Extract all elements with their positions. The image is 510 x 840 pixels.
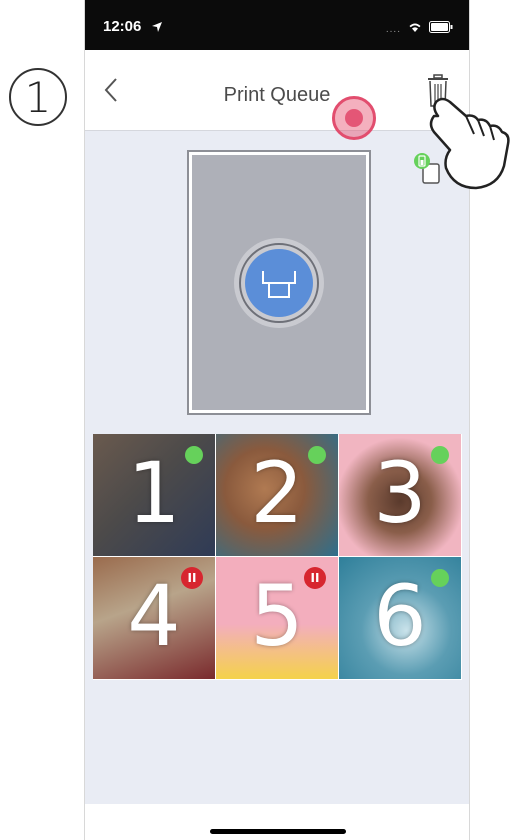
status-time: 12:06 (103, 18, 142, 35)
page-title: Print Queue (223, 84, 331, 106)
tap-highlight (332, 96, 376, 140)
queue-item[interactable]: 4 II (93, 557, 216, 680)
wifi-icon (407, 20, 423, 38)
ready-status-icon (431, 569, 449, 587)
printer-icon (262, 270, 296, 298)
queue-item[interactable]: 5 II (216, 557, 339, 680)
queue-item[interactable]: 6 (339, 557, 462, 680)
print-button[interactable] (234, 237, 324, 328)
signal-dots: .... (385, 23, 401, 35)
phone-screen: 12:06 .... Print Queue 1 2 3 4 II 5 II 6 (84, 0, 470, 840)
location-arrow-icon (151, 20, 163, 38)
navigation-bar: Print Queue (85, 50, 469, 131)
queue-item[interactable]: 2 (216, 434, 339, 557)
home-indicator[interactable] (210, 829, 346, 834)
photo-queue-grid: 1 2 3 4 II 5 II 6 (93, 434, 462, 680)
queue-item[interactable]: 3 (339, 434, 462, 557)
print-preview (187, 150, 371, 415)
ready-status-icon (185, 446, 203, 464)
pointing-hand-icon (424, 96, 510, 196)
paused-status-icon: II (181, 567, 203, 589)
ready-status-icon (308, 446, 326, 464)
battery-icon (429, 20, 453, 38)
status-bar: 12:06 .... (85, 0, 469, 50)
status-icons: .... (386, 20, 453, 38)
ready-status-icon (431, 446, 449, 464)
step-number-badge: 1 (9, 68, 67, 126)
bottom-bar (85, 804, 469, 840)
queue-item[interactable]: 1 (93, 434, 216, 557)
preview-placeholder (192, 155, 366, 410)
paused-status-icon: II (304, 567, 326, 589)
